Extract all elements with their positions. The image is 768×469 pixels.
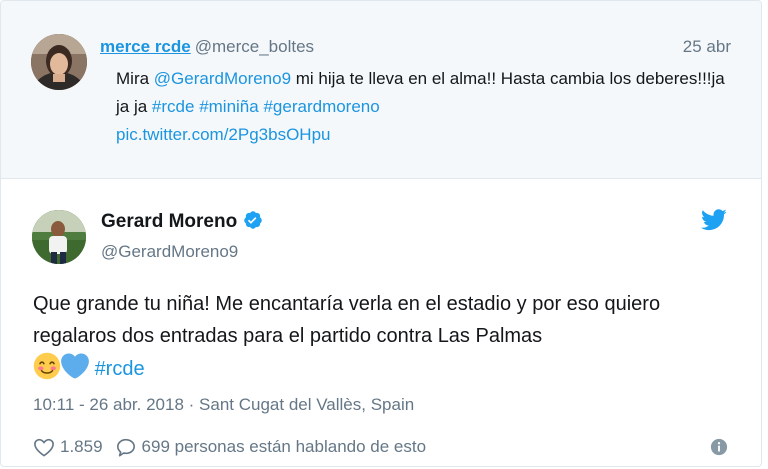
- tweet-metadata: 10:11 - 26 abr. 2018 · Sant Cugat del Va…: [33, 395, 414, 415]
- blue-heart-icon: [61, 353, 89, 379]
- parent-tweet-text: Mira @GerardMoreno9 mi hija te lleva en …: [116, 65, 736, 149]
- mention-link[interactable]: @GerardMoreno9: [154, 69, 291, 88]
- talking-count: 699 personas están hablando de esto: [141, 437, 427, 456]
- tweet-embed-card: merce rcde @merce_boltes 25 abr Mira @Ger…: [0, 0, 762, 467]
- tweet-body: Que grande tu niña! Me encantaría verla …: [33, 293, 661, 347]
- pic-link[interactable]: pic.twitter.com/2Pg3bsOHpu: [116, 125, 330, 144]
- reply-bubble-icon: [116, 438, 135, 457]
- avatar-photo-icon: [32, 210, 86, 264]
- parent-text-part: Mira: [116, 69, 154, 88]
- like-button[interactable]: 1.859: [33, 437, 103, 457]
- author-name[interactable]: Gerard Moreno: [101, 210, 263, 233]
- tweet-actions: 1.859 699 personas están hablando de est…: [33, 437, 426, 457]
- avatar[interactable]: [32, 210, 86, 264]
- hashtag-link[interactable]: #gerardmoreno: [263, 97, 379, 116]
- like-count: 1.859: [60, 437, 103, 456]
- parent-tweet-date[interactable]: 25 abr: [683, 37, 731, 57]
- tweet-text: Que grande tu niña! Me encantaría verla …: [33, 288, 733, 385]
- location[interactable]: Sant Cugat del Vallès, Spain: [199, 395, 414, 414]
- info-icon[interactable]: [710, 438, 728, 456]
- verified-badge-icon: [244, 211, 262, 229]
- parent-tweet[interactable]: merce rcde @merce_boltes 25 abr Mira @Ger…: [1, 1, 761, 179]
- author-name-text[interactable]: Gerard Moreno: [101, 211, 237, 232]
- author-handle[interactable]: @GerardMoreno9: [101, 242, 238, 262]
- hashtag-link[interactable]: #rcde: [152, 97, 195, 116]
- smiling-face-icon: [33, 352, 61, 380]
- hashtag-link[interactable]: #miniña: [199, 97, 259, 116]
- heart-icon: [34, 438, 54, 457]
- meta-separator: ·: [183, 395, 200, 414]
- twitter-bird-icon[interactable]: [701, 209, 727, 231]
- reply-button[interactable]: 699 personas están hablando de esto: [115, 437, 427, 457]
- avatar-photo-icon: [31, 34, 87, 90]
- parent-author-handle[interactable]: @merce_boltes: [195, 37, 314, 56]
- parent-tweet-header: merce rcde @merce_boltes: [100, 37, 314, 57]
- parent-author-name[interactable]: merce rcde: [100, 37, 191, 56]
- main-tweet: Gerard Moreno @GerardMoreno9 Que grande …: [1, 179, 761, 466]
- avatar[interactable]: [31, 34, 87, 90]
- hashtag-link[interactable]: #rcde: [95, 358, 145, 380]
- timestamp[interactable]: 10:11 - 26 abr. 2018: [33, 395, 184, 414]
